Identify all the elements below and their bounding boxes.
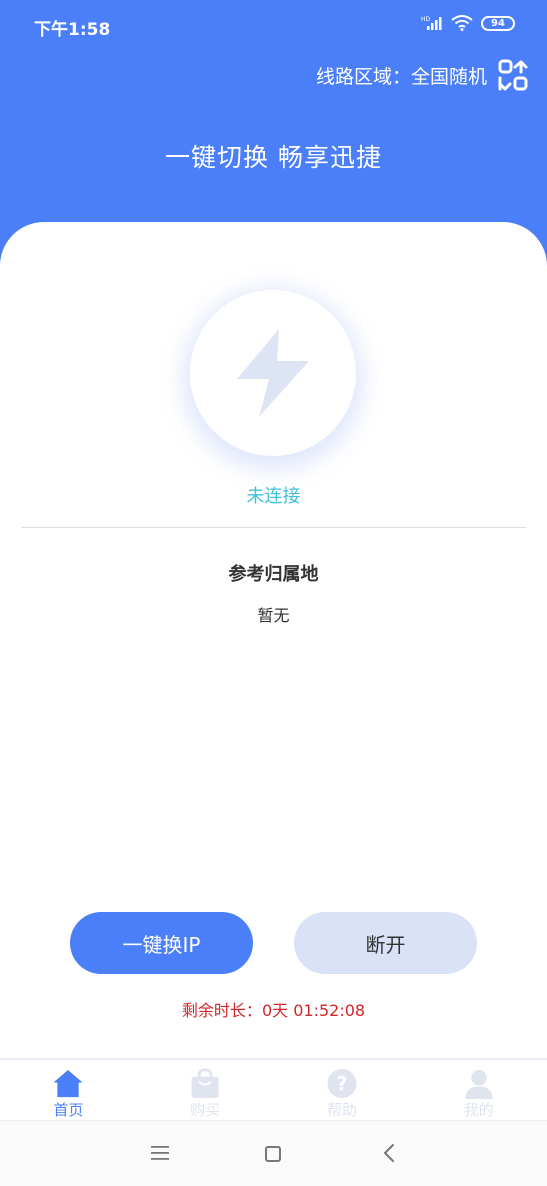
help-icon: ?	[327, 1068, 357, 1099]
region-value: 全国随机	[410, 65, 487, 88]
region-selector[interactable]: 线路区域： 全国随机	[316, 58, 529, 92]
status-time: 下午1:58	[34, 20, 111, 40]
svg-text:HD: HD	[421, 16, 431, 23]
shopping-bag-icon	[191, 1068, 219, 1099]
wifi-icon	[451, 15, 473, 31]
tab-mine-label: 我的	[463, 1101, 494, 1119]
lightning-icon	[237, 329, 309, 417]
remaining-value: 0天 01:52:08	[261, 1001, 366, 1020]
user-icon	[465, 1069, 493, 1099]
back-icon[interactable]	[382, 1143, 396, 1163]
remaining-time: 剩余时长：0天 01:52:08	[0, 997, 547, 1021]
status-icons: HD 94	[421, 15, 515, 31]
disconnect-button[interactable]: 断开	[294, 912, 477, 974]
signal-icon: HD	[421, 16, 442, 30]
remaining-label: 剩余时长：	[181, 1001, 262, 1020]
connection-status: 未连接	[246, 486, 301, 507]
system-navigation-bar	[0, 1120, 547, 1186]
divider	[21, 527, 526, 528]
tab-buy[interactable]: 购买	[137, 1060, 274, 1120]
menu-icon[interactable]	[151, 1146, 169, 1160]
location-title: 参考归属地	[228, 564, 319, 585]
tab-bar: 首页 购买 ? 帮助 我的	[0, 1058, 547, 1120]
switch-region-icon[interactable]	[497, 58, 529, 92]
status-bar: 下午1:58 HD 94	[0, 0, 547, 50]
tab-buy-label: 购买	[190, 1101, 221, 1119]
connect-toggle[interactable]	[190, 290, 356, 456]
tab-home[interactable]: 首页	[0, 1060, 137, 1120]
home-square-icon[interactable]	[265, 1146, 281, 1162]
tab-mine[interactable]: 我的	[410, 1060, 547, 1120]
region-label: 线路区域：	[315, 65, 411, 88]
location-value: 暂无	[257, 606, 290, 625]
battery-indicator: 94	[481, 15, 515, 31]
home-icon	[53, 1069, 83, 1098]
tab-help[interactable]: ? 帮助	[274, 1060, 411, 1120]
switch-ip-button[interactable]: 一键换IP	[70, 912, 253, 974]
svg-text:?: ?	[336, 1072, 347, 1095]
slogan: 一键切换 畅享迅捷	[165, 143, 382, 172]
tab-help-label: 帮助	[326, 1101, 357, 1119]
tab-home-label: 首页	[53, 1101, 84, 1119]
